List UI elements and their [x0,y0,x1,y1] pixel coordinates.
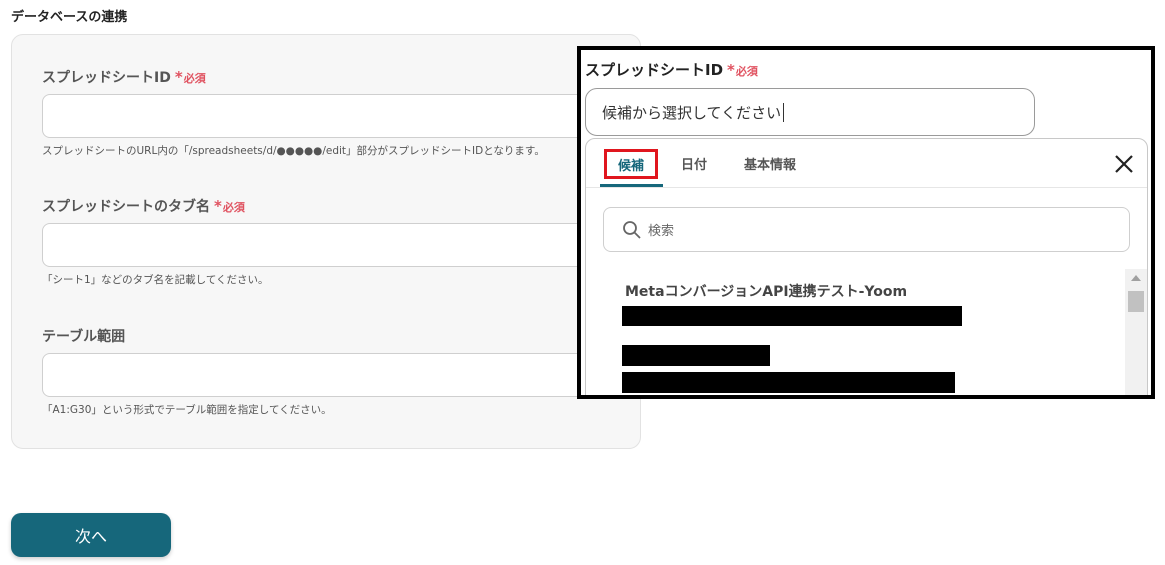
scrollbar[interactable] [1125,269,1147,395]
required-mark: * [214,197,222,215]
text-caret [783,102,785,122]
required-badge: 必須 [222,201,245,214]
required-badge: 必須 [183,72,206,85]
tab-name-help: 「シート1」などのタブ名を記載してください。 [42,274,269,286]
select-placeholder: 候補から選択してください [602,103,782,122]
required-badge: 必須 [735,65,758,78]
spreadsheet-id-label: スプレッドシートID *必須 [42,67,206,87]
tab-basic-info[interactable]: 基本情報 [744,154,796,173]
spreadsheet-id-select-input[interactable]: 候補から選択してください [585,88,1035,136]
tab-candidates[interactable]: 候補 [604,149,658,179]
spreadsheet-id-help: スプレッドシートのURL内の「/spreadsheets/d/●●●●●/edi… [42,145,545,157]
overlay-field-label: スプレッドシートID *必須 [585,59,758,80]
zoomed-dropdown-overlay: スプレッドシートID *必須 候補から選択してください 候補 日付 基本情報 検索… [577,46,1155,399]
active-tab-indicator [600,184,663,187]
close-icon[interactable] [1113,153,1135,175]
required-mark: * [174,68,183,86]
redacted-text [622,345,770,366]
required-mark: * [727,61,735,79]
tab-date[interactable]: 日付 [681,154,707,173]
spreadsheet-id-input[interactable] [42,94,602,138]
next-button[interactable]: 次へ [11,513,171,557]
dropdown-tabs: 候補 日付 基本情報 [586,139,1147,188]
scroll-thumb[interactable] [1128,291,1144,312]
search-input[interactable]: 検索 [603,207,1130,252]
redacted-text [622,372,955,393]
search-placeholder: 検索 [648,224,675,239]
search-icon [623,220,641,239]
field-label-text: テーブル範囲 [42,329,126,345]
field-label-text: スプレッドシートID [42,70,171,86]
table-range-help: 「A1:G30」という形式でテーブル範囲を指定してください。 [42,404,332,416]
overlay-label-text: スプレッドシートID [585,61,724,79]
field-label-text: スプレッドシートのタブ名 [42,199,210,215]
scroll-up-arrow-icon[interactable] [1131,275,1141,281]
tab-name-input[interactable] [42,223,602,267]
candidate-dropdown: 候補 日付 基本情報 検索 MetaコンバージョンAPI連携テスト-Yoom [585,138,1148,395]
tab-name-label: スプレッドシートのタブ名 *必須 [42,196,245,216]
section-title: データベースの連携 [11,10,128,25]
candidate-list: MetaコンバージョンAPI連携テスト-Yoom [603,269,1123,395]
table-range-input[interactable] [42,353,602,397]
table-range-label: テーブル範囲 [42,326,125,346]
list-item[interactable]: MetaコンバージョンAPI連携テスト-Yoom [625,281,907,301]
redacted-text [622,306,962,326]
